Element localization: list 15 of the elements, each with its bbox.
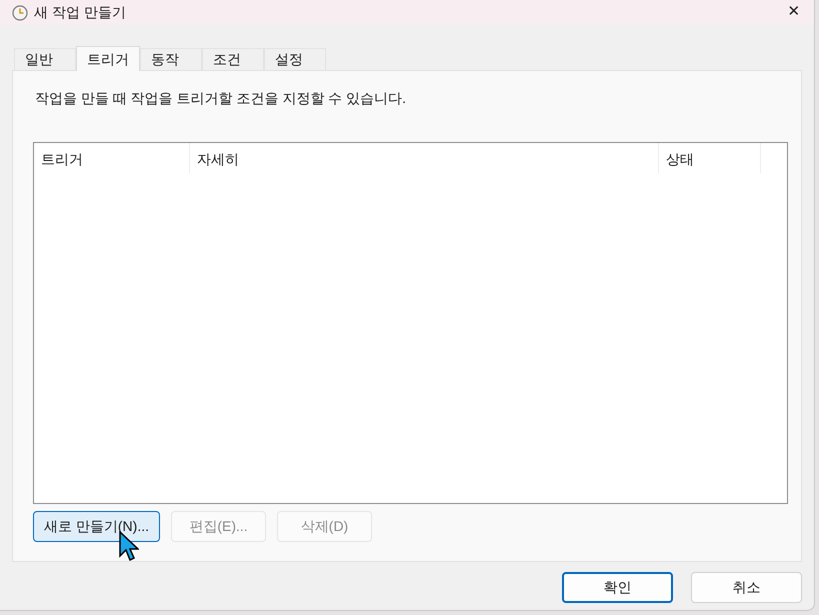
description-text: 작업을 만들 때 작업을 트리거할 조건을 지정할 수 있습니다. [35, 89, 408, 108]
close-button[interactable]: ✕ [782, 2, 806, 24]
tab[interactable]: 조건 [202, 48, 264, 70]
tab[interactable]: 설정 [264, 48, 326, 70]
tab[interactable]: 트리거 [76, 46, 140, 71]
tab[interactable]: 일반 [14, 48, 76, 70]
column-header[interactable]: 트리거 [34, 143, 190, 173]
tab[interactable]: 동작 [140, 48, 202, 70]
column-header[interactable]: 상태 [659, 143, 761, 173]
list-action-button[interactable]: 새로 만들기(N)... [33, 511, 160, 542]
dialog-button[interactable]: 취소 [691, 572, 802, 603]
clock-icon [12, 4, 28, 20]
column-header[interactable]: 자세히 [190, 143, 659, 173]
dialog-button[interactable]: 확인 [562, 572, 673, 603]
window-title: 새 작업 만들기 [34, 3, 126, 22]
